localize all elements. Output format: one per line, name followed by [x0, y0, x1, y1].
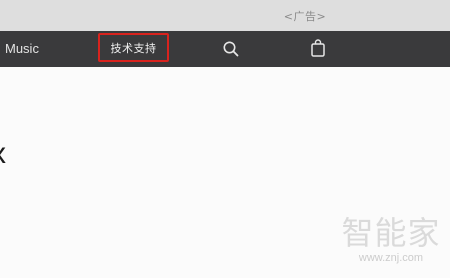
nav-item-music[interactable]: Music — [5, 41, 39, 56]
close-icon[interactable]: x — [0, 139, 6, 169]
shopping-bag-icon[interactable] — [309, 38, 327, 58]
nav-item-support[interactable]: 技术支持 — [98, 33, 169, 62]
ad-label: <广告> — [283, 10, 327, 23]
top-bar: <广告> — [0, 0, 450, 31]
global-nav: Music 技术支持 — [0, 31, 450, 67]
watermark-url: www.znj.com — [358, 252, 424, 264]
watermark-brand: 智能家 — [341, 214, 441, 252]
search-icon[interactable] — [222, 40, 240, 58]
watermark: 智能家 www.znj.com — [338, 214, 444, 265]
